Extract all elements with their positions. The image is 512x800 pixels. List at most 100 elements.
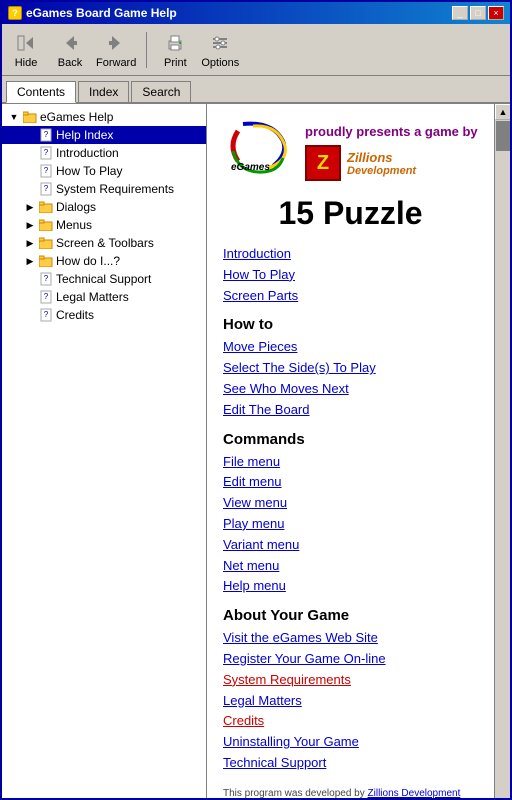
sidebar-item-how-to-play[interactable]: ? How To Play xyxy=(2,162,206,180)
content-header: eGames proudly presents a game by Z Zill… xyxy=(223,116,478,187)
link-visit-egames[interactable]: Visit the eGames Web Site xyxy=(223,628,478,649)
main-window: ? eGames Board Game Help _ □ × Hide xyxy=(0,0,512,800)
link-introduction[interactable]: Introduction xyxy=(223,244,478,265)
link-move-pieces[interactable]: Move Pieces xyxy=(223,337,478,358)
svg-text:?: ? xyxy=(44,166,49,175)
egames-logo: eGames xyxy=(223,116,293,176)
sidebar-label-legal-matters: Legal Matters xyxy=(56,290,129,304)
sidebar-label-system-requirements: System Requirements xyxy=(56,182,174,196)
sidebar-item-help-index[interactable]: ? Help Index xyxy=(2,126,206,144)
link-select-side[interactable]: Select The Side(s) To Play xyxy=(223,358,478,379)
link-edit-board[interactable]: Edit The Board xyxy=(223,400,478,421)
window-icon: ? xyxy=(8,6,22,20)
toolbar: Hide Back Forward xyxy=(2,24,510,76)
footer-text-before: This program was developed by xyxy=(223,788,368,798)
heading-how-to: How to xyxy=(223,316,478,333)
maximize-button[interactable]: □ xyxy=(470,6,486,20)
sidebar-item-technical-support[interactable]: ? Technical Support xyxy=(2,270,206,288)
about-links: Visit the eGames Web Site Register Your … xyxy=(223,628,478,774)
zillions-badge: Z xyxy=(305,145,341,181)
sidebar-item-legal-matters[interactable]: ? Legal Matters xyxy=(2,288,206,306)
forward-button[interactable]: Forward xyxy=(96,31,136,69)
svg-text:?: ? xyxy=(44,274,49,283)
heading-about: About Your Game xyxy=(223,607,478,624)
tab-search[interactable]: Search xyxy=(131,81,191,102)
close-button[interactable]: × xyxy=(488,6,504,20)
sidebar-item-system-requirements[interactable]: ? System Requirements xyxy=(2,180,206,198)
sidebar-item-introduction[interactable]: ? Introduction xyxy=(2,144,206,162)
link-system-requirements[interactable]: System Requirements xyxy=(223,670,478,691)
heading-commands: Commands xyxy=(223,431,478,448)
sidebar-item-how-do-i[interactable]: ▶ How do I...? xyxy=(2,252,206,270)
link-net-menu[interactable]: Net menu xyxy=(223,556,478,577)
titlebar: ? eGames Board Game Help _ □ × xyxy=(2,2,510,24)
sidebar-label-credits: Credits xyxy=(56,308,94,322)
svg-text:?: ? xyxy=(44,184,49,193)
link-uninstall[interactable]: Uninstalling Your Game xyxy=(223,732,478,753)
tab-index[interactable]: Index xyxy=(78,81,129,102)
window-title: eGames Board Game Help xyxy=(26,6,177,20)
svg-text:?: ? xyxy=(44,130,49,139)
sidebar-item-dialogs[interactable]: ▶ Dialogs xyxy=(2,198,206,216)
commands-links: File menu Edit menu View menu Play menu … xyxy=(223,452,478,598)
link-see-moves-next[interactable]: See Who Moves Next xyxy=(223,379,478,400)
toolbar-separator xyxy=(146,32,147,68)
link-screen-parts[interactable]: Screen Parts xyxy=(223,286,478,307)
scrollbar[interactable]: ▲ xyxy=(494,104,510,798)
content-area: eGames proudly presents a game by Z Zill… xyxy=(207,104,494,798)
svg-text:?: ? xyxy=(44,148,49,157)
expand-icon: ▼ xyxy=(6,109,22,125)
forward-icon xyxy=(104,31,128,55)
print-icon xyxy=(163,31,187,55)
link-register[interactable]: Register Your Game On-line xyxy=(223,649,478,670)
link-view-menu[interactable]: View menu xyxy=(223,493,478,514)
scroll-up-button[interactable]: ▲ xyxy=(495,104,510,120)
svg-text:eGames: eGames xyxy=(231,162,270,173)
link-credits[interactable]: Credits xyxy=(223,711,478,732)
main-area: ▼ eGames Help ? Help In xyxy=(2,104,510,798)
back-button[interactable]: Back xyxy=(52,31,88,69)
tabbar: Contents Index Search xyxy=(2,76,510,104)
back-icon xyxy=(58,31,82,55)
svg-text:?: ? xyxy=(44,310,49,319)
link-edit-menu[interactable]: Edit menu xyxy=(223,472,478,493)
intro-links: Introduction How To Play Screen Parts xyxy=(223,244,478,306)
link-legal-matters[interactable]: Legal Matters xyxy=(223,691,478,712)
sidebar-item-screen-toolbars[interactable]: ▶ Screen & Toolbars xyxy=(2,234,206,252)
how-to-links: Move Pieces Select The Side(s) To Play S… xyxy=(223,337,478,420)
tab-contents[interactable]: Contents xyxy=(6,81,76,103)
link-help-menu[interactable]: Help menu xyxy=(223,576,478,597)
sidebar-item-credits[interactable]: ? Credits xyxy=(2,306,206,324)
sidebar: ▼ eGames Help ? Help In xyxy=(2,104,207,798)
header-right: proudly presents a game by Z Zillions De… xyxy=(305,116,478,187)
sidebar-label-how-to-play: How To Play xyxy=(56,164,122,178)
sidebar-label-introduction: Introduction xyxy=(56,146,119,160)
print-button[interactable]: Print xyxy=(157,31,193,69)
zillions-logo: Z Zillions Development xyxy=(305,145,478,181)
options-button[interactable]: Options xyxy=(201,31,239,69)
scroll-thumb[interactable] xyxy=(496,121,510,151)
titlebar-buttons: _ □ × xyxy=(452,6,504,20)
hide-button[interactable]: Hide xyxy=(8,31,44,69)
link-tech-support[interactable]: Technical Support xyxy=(223,753,478,774)
game-title: 15 Puzzle xyxy=(223,195,478,232)
sidebar-item-egames-help[interactable]: ▼ eGames Help xyxy=(2,108,206,126)
presents-text: proudly presents a game by xyxy=(305,124,478,139)
sidebar-label-egames-help: eGames Help xyxy=(40,110,113,124)
sidebar-label-technical-support: Technical Support xyxy=(56,272,151,286)
link-play-menu[interactable]: Play menu xyxy=(223,514,478,535)
hide-icon xyxy=(14,31,38,55)
link-file-menu[interactable]: File menu xyxy=(223,452,478,473)
sidebar-label-dialogs: Dialogs xyxy=(56,200,96,214)
link-how-to-play[interactable]: How To Play xyxy=(223,265,478,286)
sidebar-label-menus: Menus xyxy=(56,218,92,232)
sidebar-label-how-do-i: How do I...? xyxy=(56,254,120,268)
options-icon xyxy=(208,31,232,55)
minimize-button[interactable]: _ xyxy=(452,6,468,20)
footer: This program was developed by Zillions D… xyxy=(223,786,478,798)
zillions-text: Zillions Development xyxy=(347,150,416,177)
link-variant-menu[interactable]: Variant menu xyxy=(223,535,478,556)
sidebar-item-menus[interactable]: ▶ Menus xyxy=(2,216,206,234)
svg-text:?: ? xyxy=(44,292,49,301)
sidebar-label-screen-toolbars: Screen & Toolbars xyxy=(56,236,154,250)
